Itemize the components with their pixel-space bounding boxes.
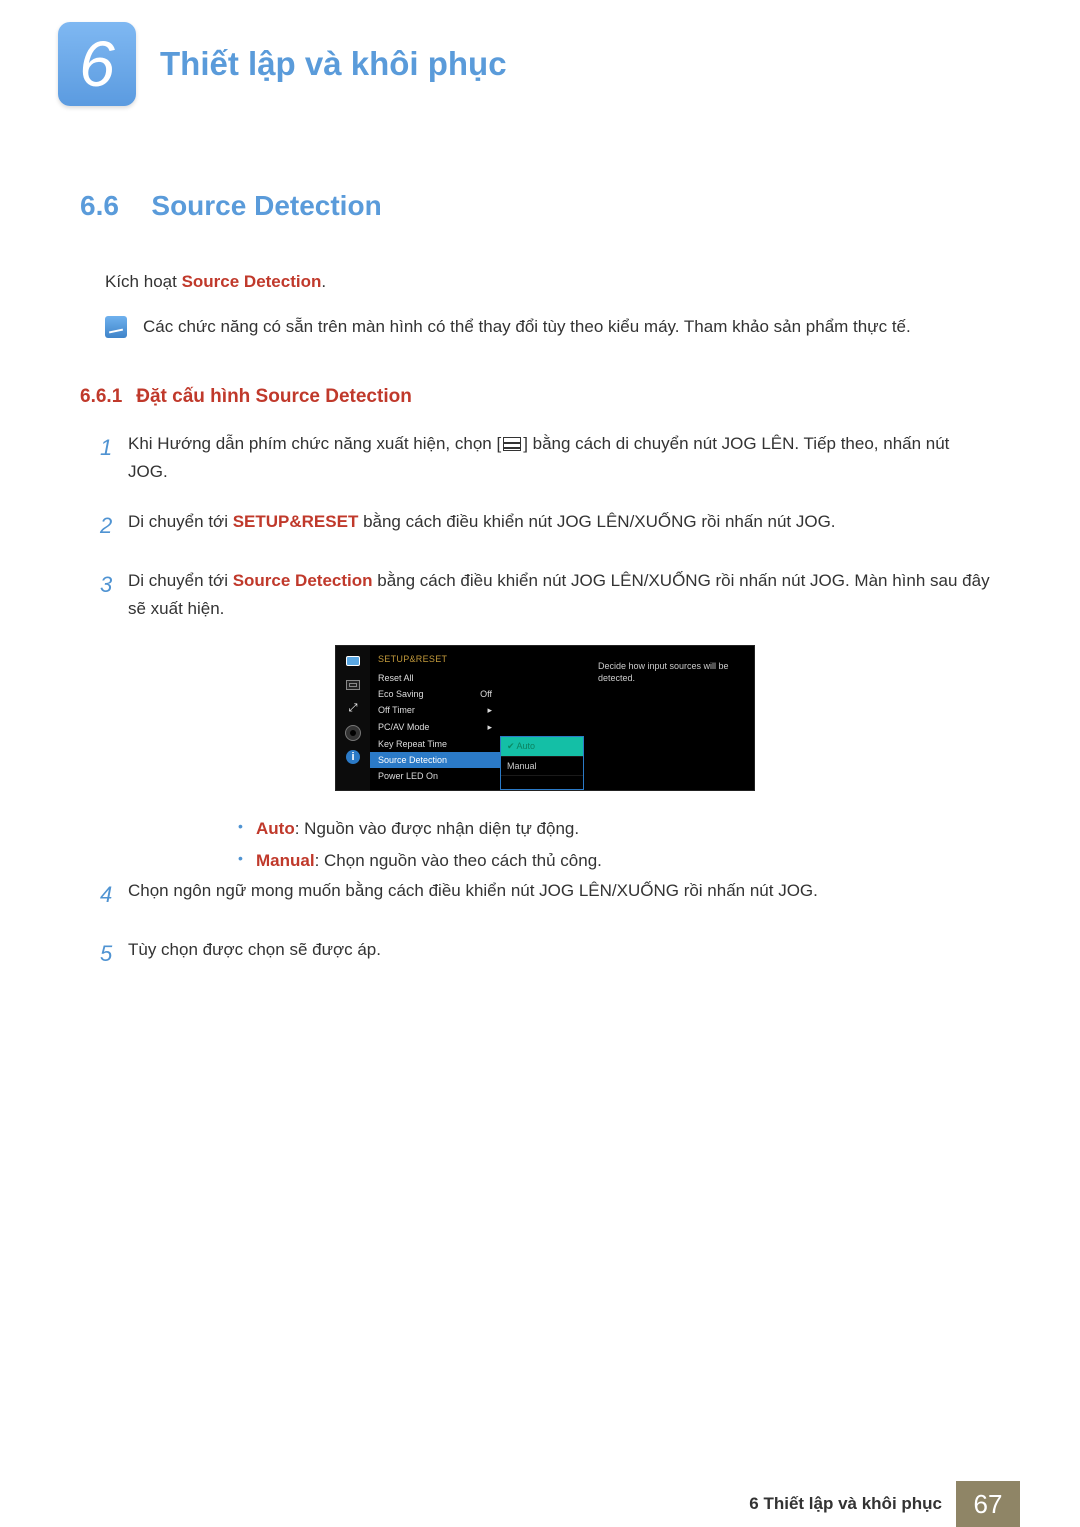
step2-b: bằng cách điều khiển nút JOG LÊN/XUỐNG r… bbox=[358, 512, 835, 531]
note-icon bbox=[105, 316, 127, 338]
chapter-title: Thiết lập và khôi phục bbox=[160, 45, 507, 83]
section-number: 6.6 bbox=[80, 190, 119, 221]
intro-suffix: . bbox=[321, 272, 326, 291]
osd-item: Key Repeat Time bbox=[370, 736, 500, 752]
step2-a: Di chuyển tới bbox=[128, 512, 233, 531]
steps-list: 1 Khi Hướng dẫn phím chức năng xuất hiện… bbox=[0, 430, 1080, 972]
page-footer: 6 Thiết lập và khôi phục 67 bbox=[0, 1481, 1080, 1527]
step1-a: Khi Hướng dẫn phím chức năng xuất hiện, … bbox=[128, 434, 501, 453]
bullet-bold: Manual bbox=[256, 851, 315, 870]
step-2: 2 Di chuyển tới SETUP&RESET bằng cách đi… bbox=[100, 508, 990, 544]
osd-panel: ⤢ i SETUP&RESET Reset All Eco SavingOff … bbox=[335, 645, 755, 791]
chapter-number: 6 bbox=[79, 32, 115, 96]
intro-line: Kích hoạt Source Detection. bbox=[0, 272, 1080, 292]
step-number: 2 bbox=[100, 508, 128, 544]
osd-item: Reset All bbox=[370, 670, 500, 686]
bullet-manual: Manual: Chọn nguồn vào theo cách thủ côn… bbox=[238, 845, 990, 877]
step-5: 5 Tùy chọn được chọn sẽ được áp. bbox=[100, 936, 990, 972]
footer-chapter-label: 6 Thiết lập và khôi phục bbox=[749, 1494, 942, 1514]
step5-text: Tùy chọn được chọn sẽ được áp. bbox=[128, 936, 990, 972]
bullet-bold: Auto bbox=[256, 819, 295, 838]
brightness-tab-icon bbox=[343, 652, 363, 670]
note-text: Các chức năng có sẵn trên màn hình có th… bbox=[143, 314, 911, 340]
step2-bold: SETUP&RESET bbox=[233, 512, 359, 531]
bullet-auto: Auto: Nguồn vào được nhận diện tự động. bbox=[238, 813, 990, 845]
osd-screenshot: ⤢ i SETUP&RESET Reset All Eco SavingOff … bbox=[100, 645, 990, 791]
osd-description: Decide how input sources will be detecte… bbox=[584, 646, 754, 790]
osd-header: SETUP&RESET bbox=[370, 652, 500, 670]
step4-text: Chọn ngôn ngữ mong muốn bằng cách điều k… bbox=[128, 877, 990, 913]
footer-page-number: 67 bbox=[956, 1481, 1020, 1527]
section-title: Source Detection bbox=[151, 190, 381, 221]
subsection-heading: 6.6.1 Đặt cấu hình Source Detection bbox=[0, 386, 1080, 408]
step-4: 4 Chọn ngôn ngữ mong muốn bằng cách điều… bbox=[100, 877, 990, 913]
option-bullets: Auto: Nguồn vào được nhận diện tự động. … bbox=[100, 813, 990, 878]
bullet-text: : Nguồn vào được nhận diện tự động. bbox=[295, 819, 579, 838]
osd-item-selected: Source Detection bbox=[370, 752, 500, 768]
osd-item: Off Timer▸ bbox=[370, 702, 500, 719]
menu-icon bbox=[503, 437, 521, 451]
intro-prefix: Kích hoạt bbox=[105, 272, 182, 291]
intro-bold: Source Detection bbox=[182, 272, 322, 291]
info-tab-icon: i bbox=[343, 748, 363, 766]
step3-a: Di chuyển tới bbox=[128, 571, 233, 590]
step-1: 1 Khi Hướng dẫn phím chức năng xuất hiện… bbox=[100, 430, 990, 486]
subsection-number: 6.6.1 bbox=[80, 386, 122, 407]
setup-tab-icon bbox=[343, 724, 363, 742]
step-number: 3 bbox=[100, 567, 128, 623]
step-number: 5 bbox=[100, 936, 128, 972]
osd-menu-list: SETUP&RESET Reset All Eco SavingOff Off … bbox=[370, 646, 500, 790]
chapter-header: 6 Thiết lập và khôi phục bbox=[0, 0, 1080, 106]
note-row: Các chức năng có sẵn trên màn hình có th… bbox=[0, 314, 1080, 340]
step-number: 1 bbox=[100, 430, 128, 486]
step-3: 3 Di chuyển tới Source Detection bằng cá… bbox=[100, 567, 990, 623]
bullet-text: : Chọn nguồn vào theo cách thủ công. bbox=[315, 851, 602, 870]
page-content: 6 Thiết lập và khôi phục 6.6 Source Dete… bbox=[0, 0, 1080, 1527]
picture-tab-icon bbox=[343, 676, 363, 694]
step-number: 4 bbox=[100, 877, 128, 913]
chapter-badge: 6 bbox=[58, 22, 136, 106]
osd-item: Power LED On bbox=[370, 768, 500, 784]
size-tab-icon: ⤢ bbox=[343, 700, 363, 718]
osd-option-selected: ✔Auto bbox=[501, 737, 583, 757]
section-heading: 6.6 Source Detection bbox=[0, 106, 1080, 222]
osd-item: Eco SavingOff bbox=[370, 686, 500, 702]
osd-item: PC/AV Mode▸ bbox=[370, 719, 500, 736]
osd-option-popup: ✔Auto Manual bbox=[500, 736, 584, 790]
subsection-title: Đặt cấu hình Source Detection bbox=[136, 386, 412, 407]
step3-bold: Source Detection bbox=[233, 571, 373, 590]
osd-icon-column: ⤢ i bbox=[336, 646, 370, 790]
osd-option: Manual bbox=[501, 757, 583, 776]
